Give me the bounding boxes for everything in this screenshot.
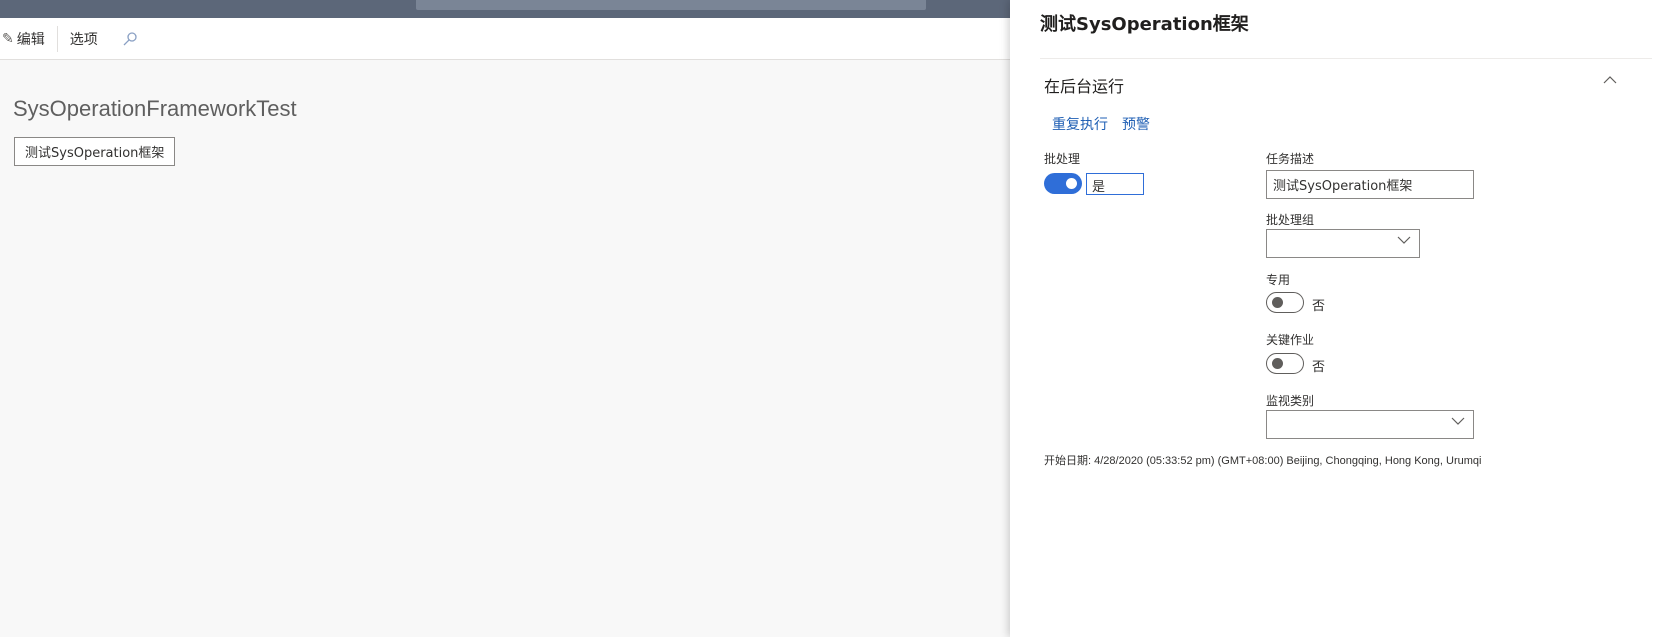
start-date-text: 开始日期: 4/28/2020 (05:33:52 pm) (GMT+08:00…: [1044, 455, 1482, 467]
edit-label: 编辑: [16, 31, 45, 48]
top-navigation-bar: [0, 0, 1010, 18]
chevron-up-icon[interactable]: [1603, 72, 1617, 91]
task-description-label: 任务描述: [1266, 152, 1315, 166]
critical-job-value: 否: [1312, 360, 1326, 375]
batch-group-dropdown[interactable]: [1266, 229, 1420, 258]
chevron-down-icon: [1397, 233, 1411, 251]
task-description-value: 测试SysOperation框架: [1273, 179, 1413, 194]
private-toggle[interactable]: [1266, 292, 1304, 313]
chevron-down-icon: [1451, 414, 1465, 432]
task-description-input[interactable]: 测试SysOperation框架: [1266, 170, 1474, 199]
critical-job-toggle[interactable]: [1266, 353, 1304, 374]
monitoring-category-dropdown[interactable]: [1266, 410, 1474, 439]
batch-processing-toggle[interactable]: [1044, 173, 1082, 194]
private-label: 专用: [1266, 273, 1291, 287]
pencil-icon: ✎: [2, 30, 14, 47]
page-title: SysOperationFrameworkTest: [13, 96, 297, 121]
monitoring-category-label: 监视类别: [1266, 394, 1315, 408]
title-divider: [1040, 58, 1652, 59]
search-button[interactable]: [110, 18, 150, 59]
action-pane: ✎ 编辑 选项: [0, 18, 1010, 60]
dialog-title: 测试SysOperation框架: [1040, 14, 1249, 35]
global-search-box[interactable]: [416, 0, 926, 10]
options-label: 选项: [69, 31, 98, 48]
batch-group-label: 批处理组: [1266, 213, 1315, 227]
recurrence-link[interactable]: 重复执行: [1052, 114, 1108, 134]
edit-button[interactable]: ✎ 编辑: [0, 18, 57, 59]
batch-processing-label: 批处理: [1044, 152, 1081, 166]
private-value: 否: [1312, 299, 1326, 314]
section-header-run-in-background[interactable]: 在后台运行: [1044, 73, 1124, 97]
critical-job-label: 关键作业: [1266, 333, 1315, 347]
test-sysoperation-button[interactable]: 测试SysOperation框架: [14, 137, 176, 166]
alerts-link[interactable]: 预警: [1122, 114, 1150, 134]
options-button[interactable]: 选项: [58, 18, 110, 59]
search-icon: [123, 31, 137, 45]
dialog-panel: 测试SysOperation框架 在后台运行 重复执行 预警 批处理 是 任务描…: [1010, 0, 1658, 637]
batch-processing-value: 是: [1086, 173, 1144, 195]
